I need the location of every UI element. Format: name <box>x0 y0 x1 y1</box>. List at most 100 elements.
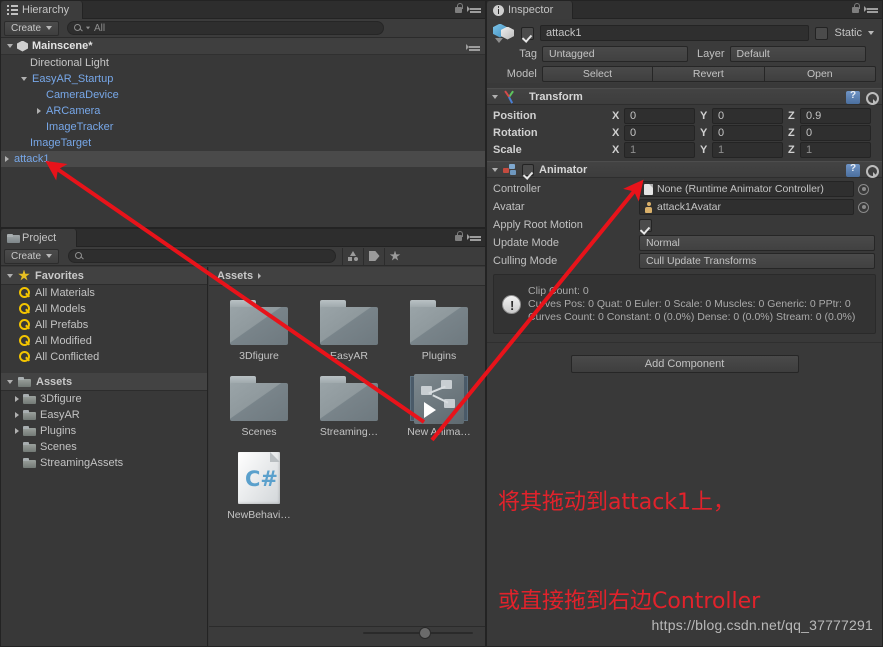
animator-component-header[interactable]: Animator <box>487 161 882 178</box>
controller-picker-icon[interactable] <box>858 183 869 195</box>
gear-icon[interactable] <box>864 164 879 178</box>
animator-enabled-checkbox[interactable] <box>522 163 534 176</box>
add-component-button[interactable]: Add Component <box>570 355 799 373</box>
slider-knob[interactable] <box>419 627 431 639</box>
transform-rotation-z-field[interactable]: 0 <box>800 124 871 141</box>
hierarchy-item-imagetracker[interactable]: ImageTracker <box>1 119 485 135</box>
hierarchy-create-label: Create <box>11 22 42 34</box>
asset-grid-item[interactable]: Scenes <box>223 376 295 438</box>
avatar-object-field[interactable]: attack1Avatar <box>639 199 854 215</box>
hierarchy-item-cameradevice[interactable]: CameraDevice <box>1 87 485 103</box>
asset-tree-item-scenes[interactable]: Scenes <box>1 439 207 455</box>
favorite-item-all-models[interactable]: All Models <box>1 301 207 317</box>
animator-expand-icon[interactable] <box>492 167 498 172</box>
asset-grid-item[interactable]: Streaming… <box>313 376 385 438</box>
hierarchy-scene-row[interactable]: Mainscene* <box>1 38 485 55</box>
asset-grid-item[interactable]: C# NewBehavi… <box>223 452 295 521</box>
update-mode-dropdown[interactable]: Normal <box>639 235 875 251</box>
favorite-item-all-materials[interactable]: All Materials <box>1 285 207 301</box>
asset-grid-item-label: 3Dfigure <box>239 350 279 362</box>
hierarchy-item-easyar-startup[interactable]: EasyAR_Startup <box>1 71 485 87</box>
transform-scale-z-field[interactable]: 1 <box>800 141 871 158</box>
inspector-tab-icons <box>851 3 878 14</box>
culling-mode-dropdown[interactable]: Cull Update Transforms <box>639 253 875 269</box>
transform-position-x-field[interactable]: 0 <box>624 107 695 124</box>
chevron-right-icon[interactable] <box>15 428 19 434</box>
asset-tree-item-easyar[interactable]: EasyAR <box>1 407 207 423</box>
tab-hierarchy[interactable]: Hierarchy <box>1 1 83 19</box>
hierarchy-item-attack1[interactable]: attack1 <box>1 151 485 167</box>
asset-grid-item[interactable]: 3Dfigure <box>223 300 295 362</box>
transform-position-z-field[interactable]: 0.9 <box>800 107 871 124</box>
asset-grid-item[interactable]: New Anima… <box>403 373 475 438</box>
icon-size-slider[interactable] <box>363 627 473 639</box>
transform-rotation-x-field[interactable]: 0 <box>624 124 695 141</box>
tab-project[interactable]: Project <box>1 229 77 247</box>
filter-by-label-button[interactable] <box>363 247 384 265</box>
hierarchy-item-imagetarget[interactable]: ImageTarget <box>1 135 485 151</box>
lock-icon[interactable] <box>454 231 463 242</box>
transform-scale-x-field[interactable]: 1 <box>624 141 695 158</box>
assets-tree: 3Dfigure EasyAR Plugins Scenes StreamingAsse… <box>1 391 207 471</box>
transform-scale-y-field[interactable]: 1 <box>712 141 783 158</box>
lock-icon[interactable] <box>851 3 860 14</box>
project-create-label: Create <box>11 250 42 262</box>
chevron-right-icon[interactable] <box>5 156 9 162</box>
chevron-right-icon[interactable] <box>15 412 19 418</box>
breadcrumb-label[interactable]: Assets <box>217 270 253 282</box>
project-create-button[interactable]: Create <box>4 248 60 264</box>
favorite-item-all-prefabs[interactable]: All Prefabs <box>1 317 207 333</box>
project-tabbar: Project <box>1 229 485 247</box>
scene-menu-icon[interactable] <box>466 41 480 52</box>
layer-dropdown[interactable]: Default <box>729 46 866 62</box>
lock-icon[interactable] <box>454 3 463 14</box>
filter-by-type-button[interactable] <box>342 247 363 265</box>
gear-icon[interactable] <box>864 91 879 105</box>
transform-position-y-field[interactable]: 0 <box>712 107 783 124</box>
asset-tree-item-streamingassets[interactable]: StreamingAssets <box>1 455 207 471</box>
avatar-picker-icon[interactable] <box>858 201 869 213</box>
static-checkbox[interactable] <box>815 26 829 40</box>
asset-tree-item-3dfigure[interactable]: 3Dfigure <box>1 391 207 407</box>
hierarchy-item-directional-light[interactable]: Directional Light <box>1 55 485 71</box>
favorite-button[interactable] <box>384 247 405 265</box>
hierarchy-create-button[interactable]: Create <box>4 20 60 36</box>
object-name-field[interactable]: attack1 <box>540 25 810 41</box>
transform-scale-label: Scale <box>493 143 522 156</box>
folder-icon <box>18 376 31 387</box>
asset-grid-item[interactable]: EasyAR <box>313 300 385 362</box>
panel-menu-icon[interactable] <box>864 3 878 14</box>
favorites-expand-icon[interactable] <box>7 273 13 278</box>
apply-root-motion-checkbox[interactable] <box>639 218 652 232</box>
model-revert-button[interactable]: Revert <box>653 66 765 82</box>
asset-grid-item[interactable]: Plugins <box>403 300 475 362</box>
static-dropdown-icon[interactable] <box>868 31 874 35</box>
help-icon[interactable] <box>846 90 860 104</box>
controller-object-field[interactable]: None (Runtime Animator Controller) <box>639 181 854 197</box>
transform-rotation-y-field[interactable]: 0 <box>712 124 783 141</box>
favorites-header[interactable]: Favorites <box>1 267 207 285</box>
chevron-down-icon[interactable] <box>21 77 27 81</box>
chevron-right-icon[interactable] <box>15 396 19 402</box>
assets-header[interactable]: Assets <box>1 373 207 391</box>
object-enabled-checkbox[interactable] <box>521 26 534 40</box>
chevron-right-icon[interactable] <box>37 108 41 114</box>
transform-component-header[interactable]: Transform <box>487 88 882 105</box>
asset-tree-item-label: 3Dfigure <box>40 393 82 405</box>
favorite-item-all-conflicted[interactable]: All Conflicted <box>1 349 207 365</box>
tab-inspector[interactable]: Inspector <box>487 1 573 19</box>
transform-expand-icon[interactable] <box>492 94 498 99</box>
panel-menu-icon[interactable] <box>467 3 481 14</box>
asset-tree-item-plugins[interactable]: Plugins <box>1 423 207 439</box>
favorite-item-all-modified[interactable]: All Modified <box>1 333 207 349</box>
tag-dropdown[interactable]: Untagged <box>542 46 688 62</box>
project-search-input[interactable] <box>68 249 337 263</box>
hierarchy-item-arcamera[interactable]: ARCamera <box>1 103 485 119</box>
panel-menu-icon[interactable] <box>467 231 481 242</box>
model-select-button[interactable]: Select <box>541 66 654 82</box>
assets-expand-icon[interactable] <box>7 379 13 384</box>
help-icon[interactable] <box>846 163 860 177</box>
scene-expand-icon[interactable] <box>7 44 13 48</box>
model-open-button[interactable]: Open <box>764 66 876 82</box>
hierarchy-search-input[interactable]: All <box>67 21 385 35</box>
